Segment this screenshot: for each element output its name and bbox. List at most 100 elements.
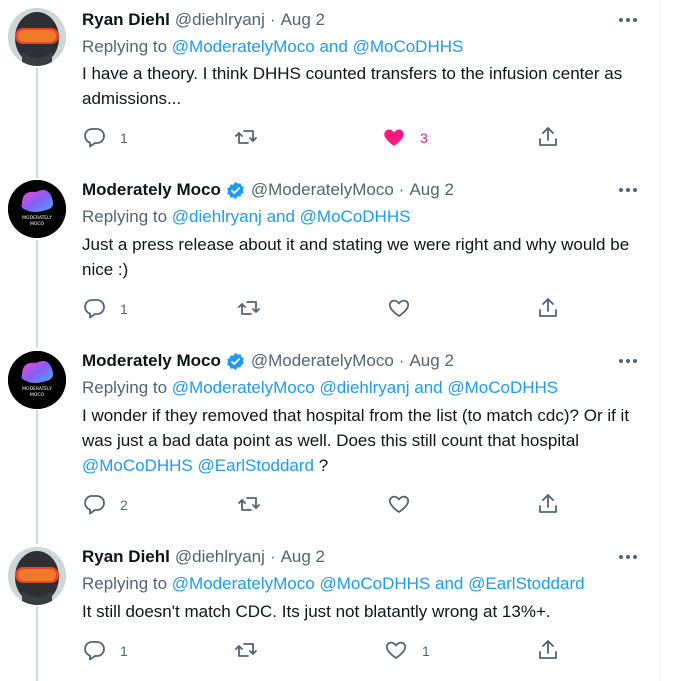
reply-count: 1 [120, 301, 128, 317]
mention-link[interactable]: @EarlStoddard [198, 456, 315, 475]
share-icon [536, 638, 560, 665]
replying-to-label: Replying to [82, 207, 168, 226]
mention-conjunction[interactable]: and [319, 37, 347, 56]
retweet-button[interactable] [237, 492, 261, 518]
author-handle[interactable]: @ModeratelyMoco [251, 351, 394, 371]
replying-to-label: Replying to [82, 378, 168, 397]
tweet-text: I have a theory. I think DHHS counted tr… [82, 64, 623, 108]
tweet-date[interactable]: Aug 2 [281, 10, 325, 30]
replying-to-label: Replying to [82, 574, 168, 593]
mention-link[interactable]: @diehlryanj [172, 207, 262, 226]
reply-button[interactable]: 2 [82, 492, 128, 518]
replying-to: Replying to @ModeratelyMoco @diehlryanj … [82, 378, 558, 398]
like-button[interactable]: 1 [384, 638, 430, 664]
reply-button[interactable]: 1 [82, 296, 128, 322]
retweet-button[interactable] [234, 125, 258, 151]
tweet-date[interactable]: Aug 2 [409, 351, 453, 371]
mention-link[interactable]: @ModeratelyMoco [172, 574, 315, 593]
avatar[interactable] [8, 8, 66, 66]
tweet-text: It still doesn't match CDC. Its just not… [82, 602, 551, 621]
tweet[interactable]: MODERATELY MOCO Moderately Moco @Moderat… [0, 170, 660, 342]
reply-icon [82, 638, 106, 665]
mention-link[interactable]: @MoCoDHHS [300, 207, 411, 226]
more-icon[interactable] [616, 9, 640, 31]
replying-to: Replying to @ModeratelyMoco and @MoCoDHH… [82, 37, 463, 57]
mention-link[interactable]: @diehlryanj [319, 378, 409, 397]
verified-badge-icon [226, 352, 245, 371]
tweet[interactable]: Ryan Diehl @diehlryanj · Aug 2 Replying … [0, 537, 660, 681]
avatar[interactable]: MODERATELY MOCO [8, 180, 66, 238]
tweet-actions: 2 [82, 492, 582, 518]
like-count: 1 [422, 643, 430, 659]
heart-icon [384, 638, 408, 665]
author-handle[interactable]: @ModeratelyMoco [251, 180, 394, 200]
replying-to-label: Replying to [82, 37, 168, 56]
share-button[interactable] [536, 125, 560, 151]
mention-conjunction[interactable]: and [267, 207, 295, 226]
more-icon[interactable] [616, 179, 640, 201]
heart-icon [387, 296, 411, 323]
mention-conjunction[interactable]: and [414, 378, 442, 397]
separator-dot: · [269, 10, 276, 29]
mention-link[interactable]: @MoCoDHHS [319, 574, 430, 593]
reply-count: 2 [120, 497, 128, 513]
mention-link[interactable]: @ModeratelyMoco [172, 378, 315, 397]
tweet-text-part: ? [314, 456, 329, 475]
retweet-icon [234, 638, 258, 665]
retweet-icon [234, 125, 258, 152]
share-button[interactable] [536, 296, 560, 322]
retweet-icon [237, 296, 261, 323]
author-handle[interactable]: @diehlryanj [175, 547, 265, 567]
reply-button[interactable]: 1 [82, 125, 128, 151]
retweet-button[interactable] [234, 638, 258, 664]
tweet-actions: 1 [82, 296, 582, 322]
reply-count: 1 [120, 643, 128, 659]
author-handle[interactable]: @diehlryanj [175, 10, 265, 30]
more-icon[interactable] [616, 546, 640, 568]
separator-dot: · [398, 180, 405, 199]
tweet-date[interactable]: Aug 2 [409, 180, 453, 200]
share-button[interactable] [536, 638, 560, 664]
tweet[interactable]: Ryan Diehl @diehlryanj · Aug 2 Replying … [0, 0, 660, 170]
heart-icon [382, 125, 406, 152]
heart-icon [387, 492, 411, 519]
tweet-date[interactable]: Aug 2 [281, 547, 325, 567]
mention-conjunction[interactable]: and [435, 574, 463, 593]
mention-link[interactable]: @MoCoDHHS [447, 378, 558, 397]
retweet-icon [237, 492, 261, 519]
like-button[interactable] [387, 492, 411, 518]
replying-to: Replying to @diehlryanj and @MoCoDHHS [82, 207, 410, 227]
verified-badge-icon [226, 181, 245, 200]
mention-link[interactable]: @EarlStoddard [468, 574, 585, 593]
author-name[interactable]: Ryan Diehl [82, 10, 170, 30]
reply-icon [82, 296, 106, 323]
like-button[interactable]: 3 [382, 125, 428, 151]
share-icon [536, 296, 560, 323]
tweet[interactable]: MODERATELY MOCO Moderately Moco @Moderat… [0, 341, 660, 541]
mention-link[interactable]: @ModeratelyMoco [172, 37, 315, 56]
avatar-text: MOCO [30, 392, 45, 398]
like-button[interactable] [387, 296, 411, 322]
separator-dot: · [269, 547, 276, 566]
share-icon [536, 492, 560, 519]
separator-dot: · [398, 351, 405, 370]
like-count: 3 [420, 130, 428, 146]
tweet-actions: 1 3 [82, 125, 582, 151]
tweet-actions: 1 1 [82, 638, 582, 664]
retweet-button[interactable] [237, 296, 261, 322]
mention-link[interactable]: @MoCoDHHS [82, 456, 193, 475]
more-icon[interactable] [616, 350, 640, 372]
share-button[interactable] [536, 492, 560, 518]
avatar[interactable]: MODERATELY MOCO [8, 351, 66, 409]
author-name[interactable]: Moderately Moco [82, 180, 221, 200]
mention-link[interactable]: @MoCoDHHS [353, 37, 464, 56]
author-name[interactable]: Moderately Moco [82, 351, 221, 371]
share-icon [536, 125, 560, 152]
reply-button[interactable]: 1 [82, 638, 128, 664]
reply-icon [82, 125, 106, 152]
avatar[interactable] [8, 547, 66, 605]
tweet-text: I wonder if they removed that hospital f… [82, 403, 642, 478]
tweet-text-part: I wonder if they removed that hospital f… [82, 406, 630, 450]
avatar-text: MOCO [30, 221, 45, 227]
author-name[interactable]: Ryan Diehl [82, 547, 170, 567]
